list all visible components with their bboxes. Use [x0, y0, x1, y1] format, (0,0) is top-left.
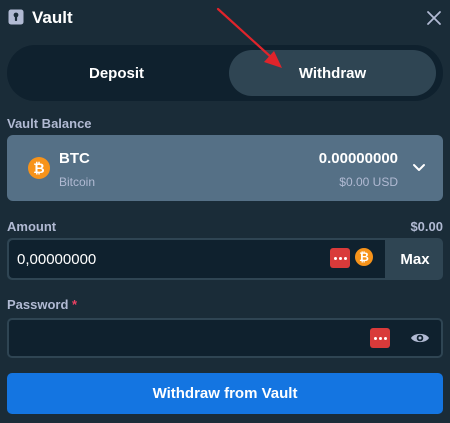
- tab-deposit[interactable]: Deposit: [13, 50, 220, 96]
- modal-header: Vault: [0, 0, 450, 36]
- withdraw-from-vault-button[interactable]: Withdraw from Vault: [7, 373, 443, 414]
- balance-usd: $0.00 USD: [339, 175, 398, 189]
- vault-balance-select[interactable]: ₿ BTC Bitcoin 0.00000000 $0.00 USD: [7, 135, 443, 201]
- deposit-withdraw-tabs: Deposit Withdraw: [7, 45, 443, 101]
- amount-usd-value: $0.00: [410, 219, 443, 234]
- balance-amount: 0.00000000: [318, 150, 398, 167]
- amount-field-group: 0,00000000 ₿ Max: [7, 238, 443, 280]
- amount-label: Amount: [7, 219, 57, 234]
- bitcoin-icon: ₿: [355, 248, 373, 266]
- amount-value: 0,00000000: [17, 251, 97, 268]
- close-icon[interactable]: [424, 8, 444, 28]
- vault-lock-icon: [8, 9, 24, 25]
- password-input[interactable]: [7, 318, 443, 358]
- password-manager-icon[interactable]: [370, 328, 390, 348]
- vault-balance-label: Vault Balance: [7, 116, 92, 131]
- amount-input[interactable]: 0,00000000: [9, 240, 385, 278]
- modal-title: Vault: [32, 8, 73, 27]
- password-label-text: Password: [7, 297, 69, 312]
- tab-withdraw[interactable]: Withdraw: [229, 50, 436, 96]
- eye-icon[interactable]: [410, 329, 430, 347]
- currency-code: BTC: [59, 150, 90, 167]
- vault-modal: Vault Deposit Withdraw Vault Balance ₿ B…: [0, 0, 450, 423]
- password-manager-icon[interactable]: [330, 248, 350, 268]
- password-label: Password *: [7, 297, 77, 312]
- chevron-down-icon: [413, 164, 425, 171]
- currency-name: Bitcoin: [59, 175, 96, 189]
- bitcoin-icon: ₿: [28, 157, 50, 179]
- max-button[interactable]: Max: [387, 238, 443, 280]
- required-mark: *: [72, 297, 78, 312]
